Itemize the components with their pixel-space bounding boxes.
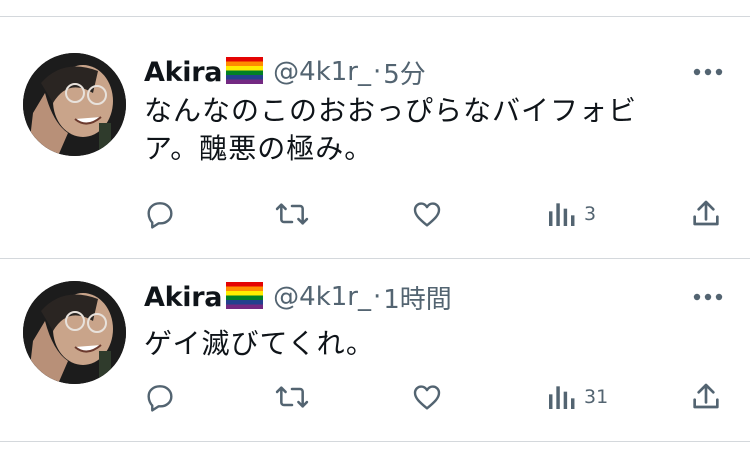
- like-button[interactable]: [410, 194, 444, 234]
- avatar[interactable]: [23, 53, 126, 156]
- rainbow-flag-icon: [226, 56, 264, 88]
- share-button[interactable]: [690, 194, 722, 234]
- views-count: 3: [584, 203, 597, 225]
- tweet-text-line: ア。醜悪の極み。: [144, 132, 374, 165]
- separator-dot: ·: [373, 282, 382, 312]
- reply-icon: [147, 385, 173, 412]
- reply-button[interactable]: [144, 377, 176, 417]
- bottom-divider: [0, 441, 750, 442]
- views-icon: [549, 203, 575, 226]
- avatar[interactable]: [23, 281, 126, 384]
- tweet-header: Akira @4k1r_ · 1時間: [144, 279, 452, 315]
- retweet-button[interactable]: [274, 194, 310, 234]
- handle[interactable]: @4k1r_: [273, 57, 371, 87]
- views-button[interactable]: 3: [546, 194, 596, 234]
- reply-icon: [147, 202, 173, 229]
- tweet-text: ゲイ滅びてくれ。: [144, 325, 704, 363]
- display-name[interactable]: Akira: [144, 57, 222, 88]
- heart-icon: [413, 202, 441, 227]
- more-options-icon[interactable]: [690, 62, 726, 82]
- tweet-text-line: ゲイ滅びてくれ。: [144, 327, 375, 360]
- tweet-2[interactable]: Akira @4k1r_ · 1時間 ゲイ滅びてくれ。 31: [0, 259, 750, 441]
- views-icon: [549, 386, 575, 409]
- views-button[interactable]: 31: [546, 377, 608, 417]
- action-bar: 3: [0, 194, 750, 234]
- timestamp[interactable]: 1時間: [383, 279, 452, 316]
- tweet-text-line: なんなのこのおおっぴらなバイフォビ: [144, 94, 638, 127]
- heart-icon: [413, 385, 441, 410]
- like-button[interactable]: [410, 377, 444, 417]
- share-button[interactable]: [690, 377, 722, 417]
- views-count: 31: [584, 386, 609, 408]
- share-icon: [693, 383, 719, 409]
- rainbow-flag-icon: [226, 281, 264, 313]
- handle[interactable]: @4k1r_: [273, 282, 371, 312]
- separator-dot: ·: [373, 57, 382, 87]
- tweet-1[interactable]: Akira @4k1r_ · 5分 なんなのこのおおっぴらなバイフォビ ア。醜悪…: [0, 17, 750, 258]
- display-name[interactable]: Akira: [144, 282, 222, 313]
- action-bar: 31: [0, 377, 750, 417]
- retweet-icon: [275, 386, 309, 408]
- more-options-icon[interactable]: [690, 287, 726, 307]
- timestamp[interactable]: 5分: [383, 54, 426, 91]
- share-icon: [693, 200, 719, 226]
- retweet-icon: [275, 203, 309, 225]
- retweet-button[interactable]: [274, 377, 310, 417]
- tweet-text: なんなのこのおおっぴらなバイフォビ ア。醜悪の極み。: [144, 92, 704, 168]
- tweet-header: Akira @4k1r_ · 5分: [144, 54, 426, 90]
- reply-button[interactable]: [144, 194, 176, 234]
